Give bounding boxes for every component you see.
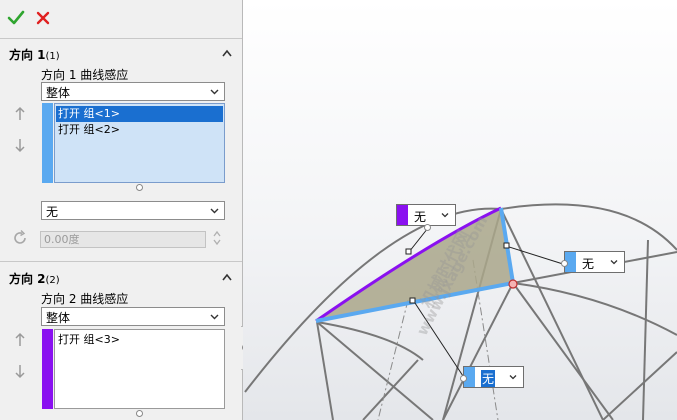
direction1-tangency-select[interactable]: 无 (41, 201, 225, 220)
tangency-callout-right[interactable]: 无 (564, 251, 625, 273)
wire-arc (512, 282, 677, 336)
move-down-arrow-icon[interactable] (13, 137, 27, 153)
wire-edge (602, 351, 677, 420)
direction2-list-box[interactable]: 打开 组<3> (54, 329, 225, 409)
direction2-influence-value: 整体 (46, 311, 71, 325)
cancel-icon[interactable] (33, 8, 53, 28)
direction2-influence-label: 方向 2 曲线感应 (41, 292, 129, 306)
endpoint-marker (508, 279, 518, 289)
direction1-title[interactable]: 方向 1(1) (9, 46, 60, 63)
direction1-influence-value: 整体 (46, 86, 71, 100)
wire-edge (642, 239, 649, 420)
move-up-arrow-icon[interactable] (13, 332, 27, 348)
direction1-curve-list: 打开 组<1> 打开 组<2> (42, 103, 225, 183)
ok-icon[interactable] (6, 8, 26, 28)
tangency-callout-bottom[interactable]: 无 (463, 366, 524, 388)
wire-edge (500, 208, 604, 420)
chevron-down-icon (610, 260, 618, 265)
list-item[interactable]: 打开 组<1> (56, 106, 223, 122)
direction1-list-box[interactable]: 打开 组<1> 打开 组<2> (54, 103, 225, 183)
list-item[interactable]: 打开 组<3> (56, 332, 223, 348)
callout-color-swatch (397, 205, 408, 225)
collapse-chevron-up-icon[interactable] (221, 272, 233, 282)
chevron-down-icon (210, 314, 219, 320)
property-manager-panel: 方向 1(1) 方向 1 曲线感应 整体 打开 组<1> 打开 组<2> 无 0… (0, 0, 243, 420)
chevron-down-icon (210, 89, 219, 95)
wire-edge (316, 321, 334, 420)
list-resize-handle[interactable] (136, 410, 143, 417)
wire-edge (512, 282, 614, 420)
angle-input[interactable]: 0.00度 (40, 231, 206, 248)
callout-value: 无 (414, 210, 427, 224)
tangency-callout-direction2[interactable]: 无 (396, 204, 456, 226)
list-resize-handle[interactable] (136, 184, 143, 191)
callout-anchor (460, 375, 467, 382)
divider (0, 261, 242, 262)
list-item[interactable]: 打开 组<2> (56, 122, 223, 138)
graphics-viewport[interactable]: 机械时代网 www.jxage.com 无 无 无 (243, 0, 677, 420)
model-view (244, 203, 677, 420)
chevron-down-icon (210, 208, 219, 214)
angle-spinner-icon[interactable] (210, 228, 224, 248)
chevron-down-icon (441, 213, 449, 218)
direction2-curve-list: 打开 组<3> (42, 329, 225, 409)
direction1-color-bar (42, 103, 53, 183)
direction2-color-bar (42, 329, 53, 409)
divider (0, 38, 242, 39)
reverse-direction-icon[interactable] (11, 229, 29, 247)
wire-arc (500, 203, 677, 251)
direction1-influence-select[interactable]: 整体 (41, 82, 225, 101)
callout-value: 无 (582, 257, 595, 271)
callout-anchor (561, 260, 568, 267)
chevron-down-icon (509, 375, 517, 380)
direction1-influence-label: 方向 1 曲线感应 (41, 68, 129, 82)
wire-edge (442, 282, 514, 420)
collapse-chevron-up-icon[interactable] (221, 48, 233, 58)
callout-anchor (424, 224, 431, 231)
direction2-title[interactable]: 方向 2(2) (9, 270, 60, 287)
move-down-arrow-icon[interactable] (13, 363, 27, 379)
direction2-influence-select[interactable]: 整体 (41, 307, 225, 326)
wire-arc (316, 321, 424, 361)
direction1-tangency-value: 无 (46, 205, 59, 219)
move-up-arrow-icon[interactable] (13, 106, 27, 122)
callout-value: 无 (481, 370, 496, 387)
